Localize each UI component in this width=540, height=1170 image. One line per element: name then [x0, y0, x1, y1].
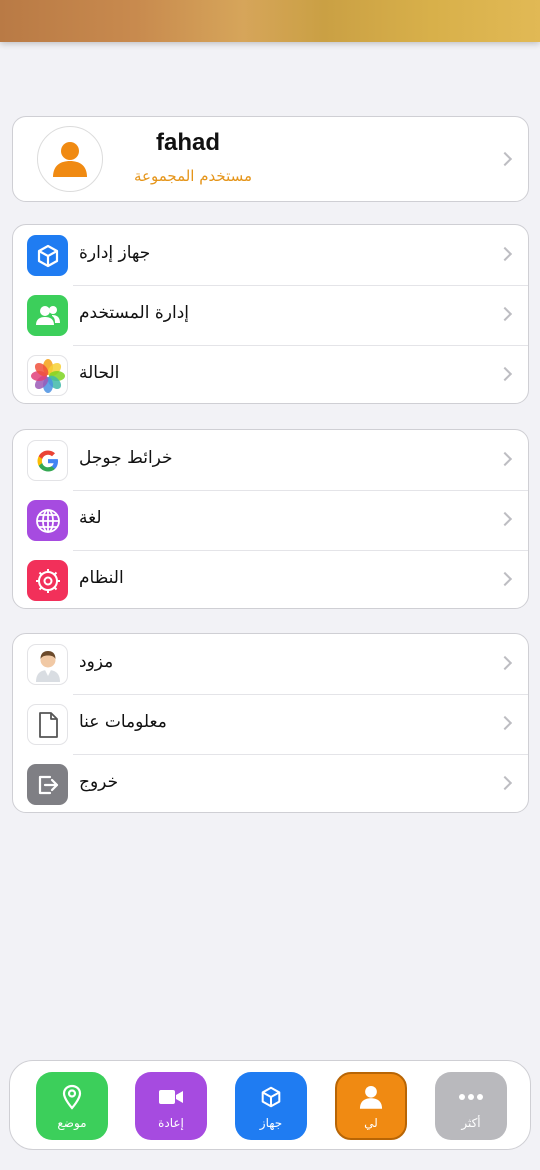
chevron-right-icon: [497, 571, 513, 587]
tab-label: موضع: [57, 1116, 87, 1130]
menu-item-user-management[interactable]: إدارة المستخدم: [13, 285, 528, 345]
users-icon: [27, 295, 68, 336]
chevron-right-icon: [497, 451, 513, 467]
profile-role: مستخدم المجموعة: [133, 167, 253, 185]
tab-me[interactable]: لي: [335, 1072, 407, 1140]
menu-item-device-management[interactable]: جهاز إدارة: [13, 225, 528, 285]
menu-item-label: الحالة: [79, 363, 120, 383]
box-icon: [27, 235, 68, 276]
document-icon: [27, 704, 68, 745]
globe-icon: [27, 500, 68, 541]
menu-item-label: معلومات عنا: [79, 712, 167, 732]
photos-flower-icon: [27, 355, 68, 396]
provider-avatar-icon: [27, 644, 68, 685]
profile-name: fahad: [155, 129, 220, 156]
menu-item-about-us[interactable]: معلومات عنا: [13, 694, 528, 754]
tab-label: أكثر: [461, 1116, 481, 1130]
profile-card[interactable]: fahad مستخدم المجموعة: [12, 116, 529, 202]
more-dots-icon: [458, 1082, 484, 1112]
menu-group-settings: خرائط جوجل لغة النظام: [12, 429, 529, 609]
tab-label: جهاز: [259, 1116, 283, 1130]
tab-label: إعادة: [158, 1116, 184, 1130]
chevron-right-icon: [497, 306, 513, 322]
menu-item-system[interactable]: النظام: [13, 550, 528, 608]
menu-item-label: النظام: [79, 568, 124, 588]
menu-item-language[interactable]: لغة: [13, 490, 528, 550]
person-icon: [358, 1082, 384, 1112]
google-icon: [27, 440, 68, 481]
chevron-right-icon: [497, 366, 513, 382]
chevron-right-icon: [497, 246, 513, 262]
chevron-right-icon: [497, 151, 513, 167]
chevron-right-icon: [497, 775, 513, 791]
menu-item-label: لغة: [79, 508, 102, 528]
menu-item-label: خروج: [79, 772, 119, 792]
tab-more[interactable]: أكثر: [435, 1072, 507, 1140]
menu-item-provider[interactable]: مزود: [13, 634, 528, 694]
menu-item-label: مزود: [79, 652, 114, 672]
chevron-right-icon: [497, 655, 513, 671]
tab-device[interactable]: جهاز: [235, 1072, 307, 1140]
menu-item-logout[interactable]: خروج: [13, 754, 528, 812]
menu-item-label: خرائط جوجل: [79, 448, 173, 468]
menu-item-label: إدارة المستخدم: [79, 303, 189, 323]
menu-group-management: جهاز إدارة إدارة المستخدم الحالة: [12, 224, 529, 404]
menu-item-label: جهاز إدارة: [79, 243, 151, 263]
tab-location[interactable]: موضع: [36, 1072, 108, 1140]
settings-gear-icon: [27, 560, 68, 601]
chevron-right-icon: [497, 511, 513, 527]
menu-item-status[interactable]: الحالة: [13, 345, 528, 403]
person-icon: [53, 142, 87, 177]
menu-item-google-maps[interactable]: خرائط جوجل: [13, 430, 528, 490]
location-pin-icon: [61, 1082, 83, 1112]
top-banner-image: [0, 0, 540, 42]
avatar: [37, 126, 103, 192]
chevron-right-icon: [497, 715, 513, 731]
video-camera-icon: [158, 1082, 184, 1112]
bottom-tab-bar: موضع إعادة جهاز لي أكثر: [9, 1060, 531, 1150]
logout-icon: [27, 764, 68, 805]
menu-group-about: مزود معلومات عنا خروج: [12, 633, 529, 813]
tab-label: لي: [364, 1116, 378, 1130]
tab-playback[interactable]: إعادة: [135, 1072, 207, 1140]
box-icon: [259, 1082, 283, 1112]
